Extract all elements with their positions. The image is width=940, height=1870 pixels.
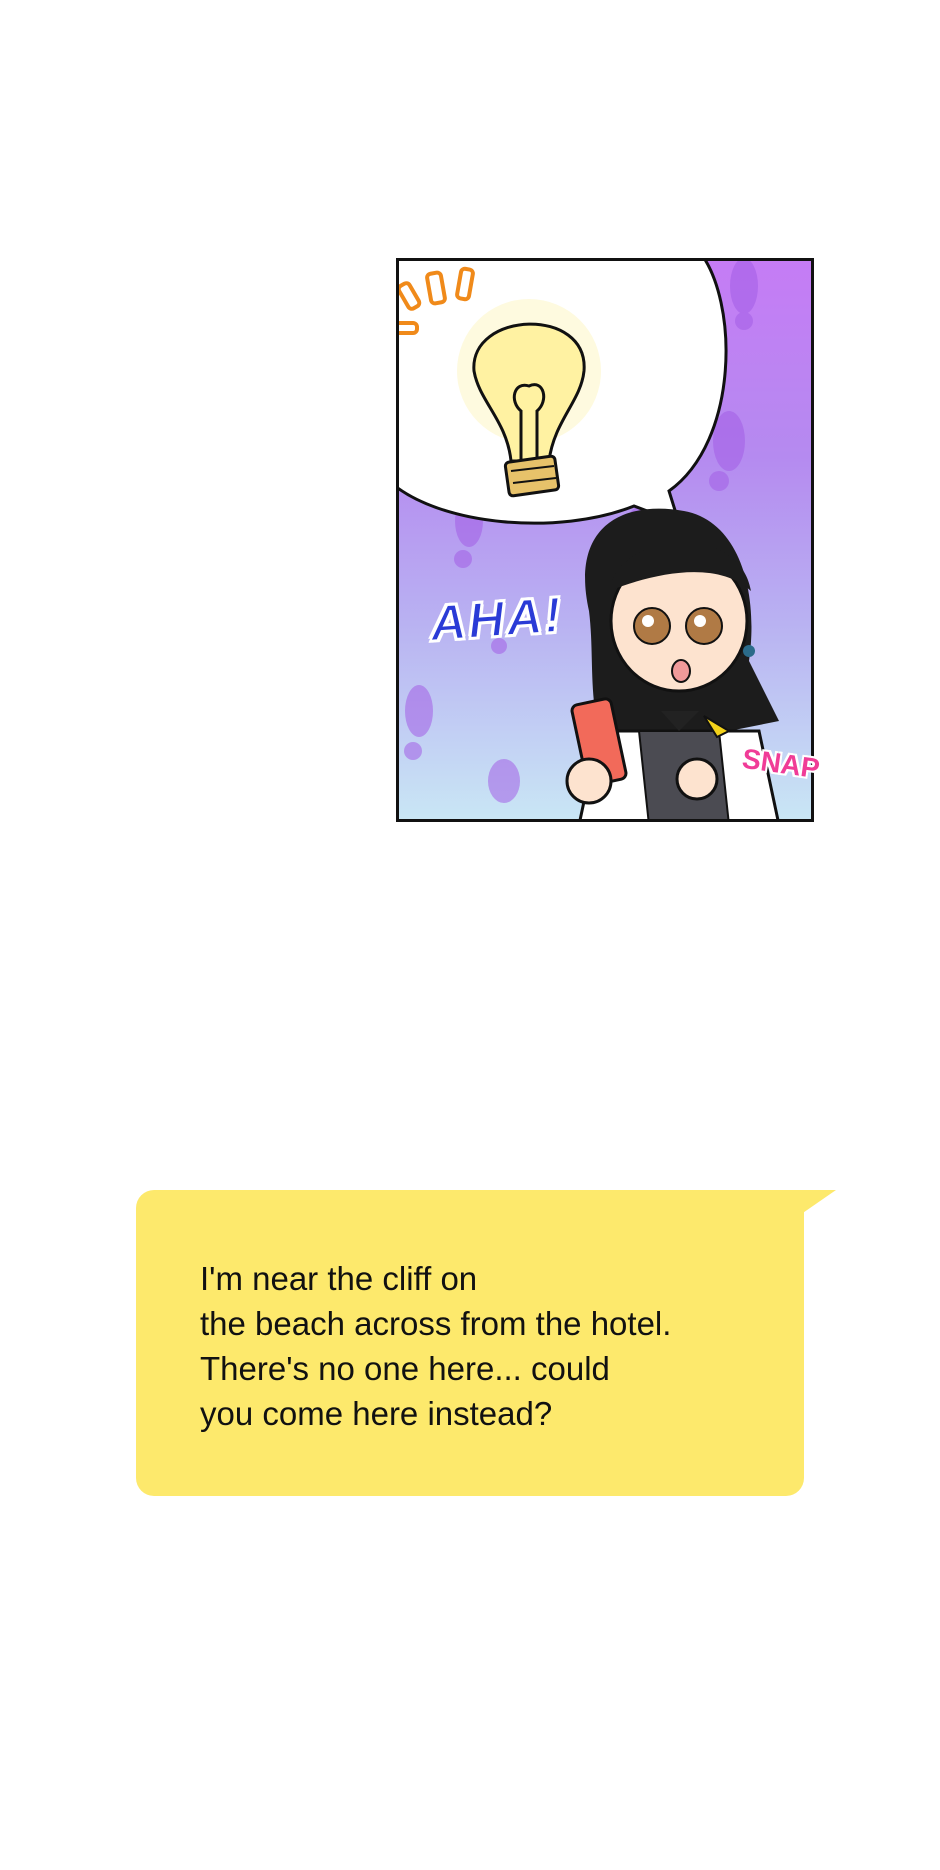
message-line: the beach across from the hotel. (200, 1305, 672, 1342)
comic-panel (396, 258, 814, 822)
panel-illustration (399, 261, 780, 819)
message-line: I'm near the cliff on (200, 1260, 478, 1297)
message-line: you come here instead? (200, 1395, 553, 1432)
message-bubble-tail (784, 1190, 836, 1226)
message-text: I'm near the cliff on the beach across f… (200, 1256, 780, 1436)
message-line: There's no one here... could (200, 1350, 610, 1387)
sfx-aha: AHA! (427, 585, 566, 652)
